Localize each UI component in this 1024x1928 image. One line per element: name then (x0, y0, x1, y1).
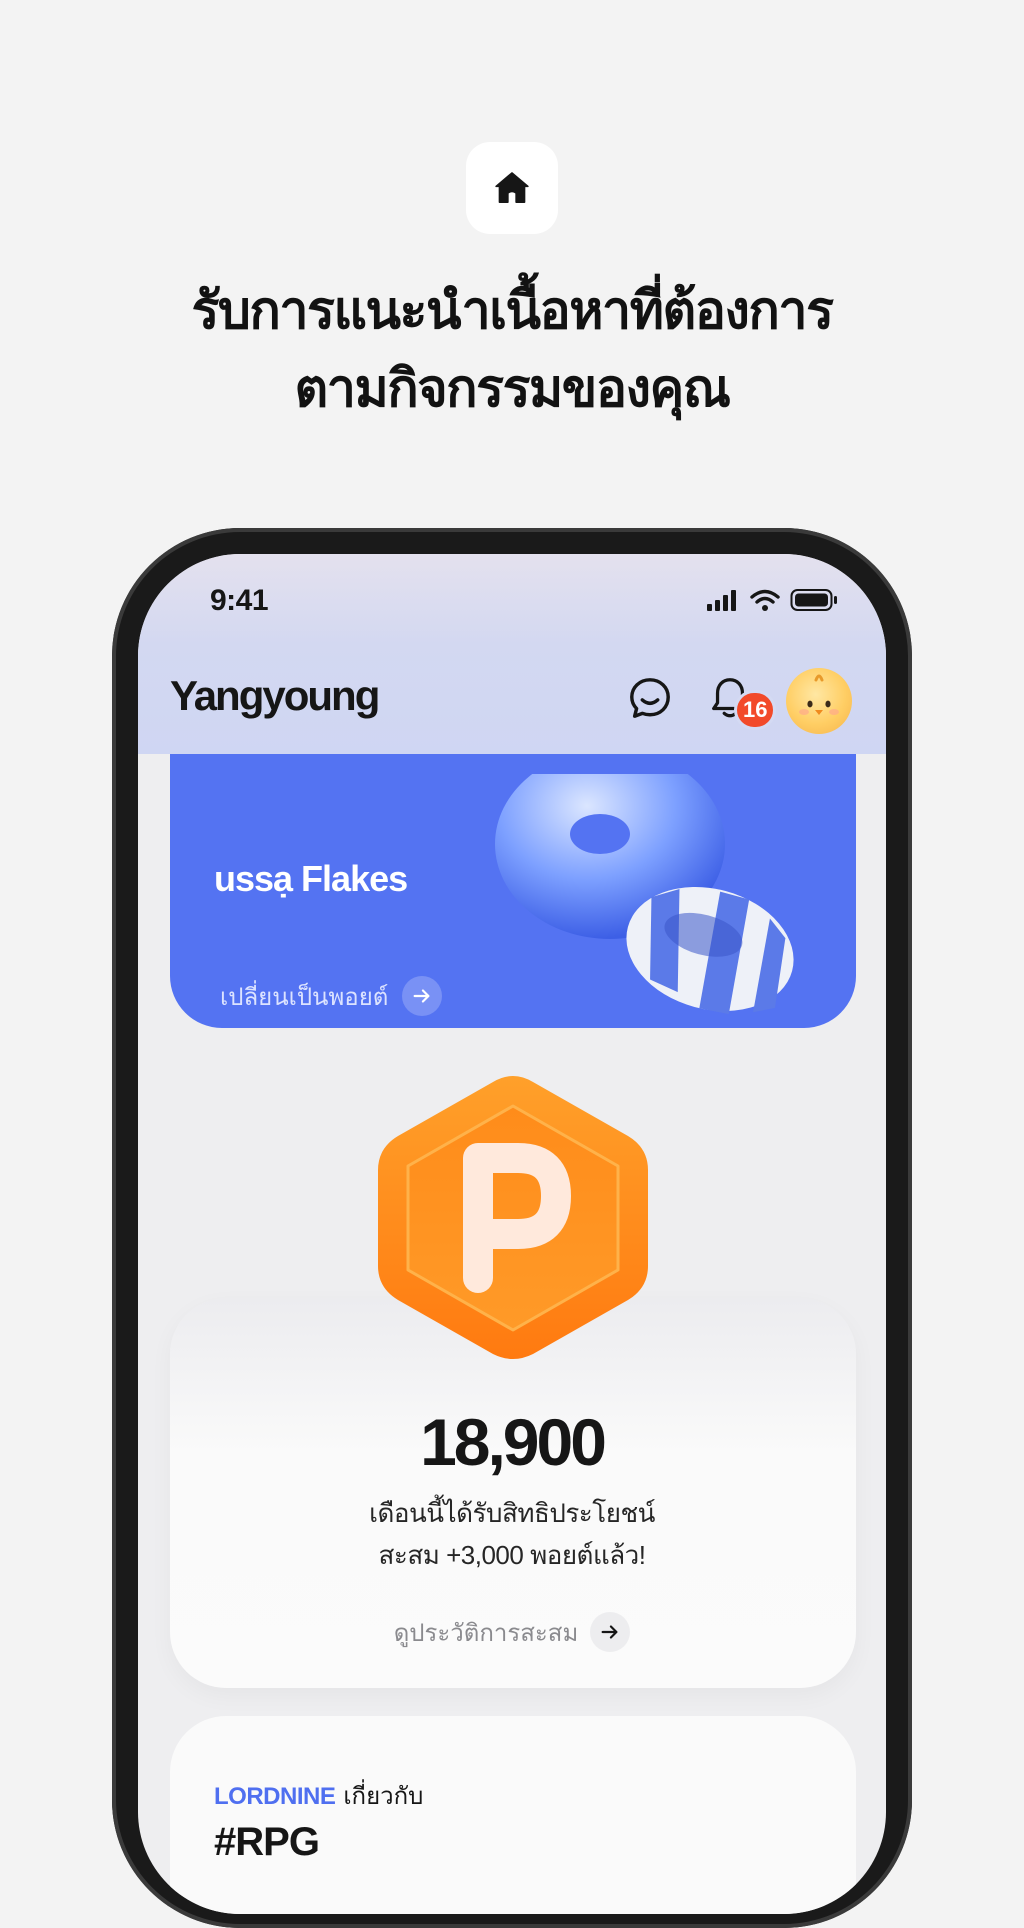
points-coin-icon (378, 1076, 648, 1359)
phone-frame: ussạ Flakes เปลี่ยนเป็นพอยต์ 9:41 Yangyo… (112, 528, 912, 1928)
points-description: เดือนนี้ได้รับสิทธิประโยชน์ สะสม +3,000 … (138, 1492, 886, 1576)
float-ring-illustration (495, 774, 794, 1015)
view-history-label: ดูประวัติการสะสม (393, 1619, 579, 1647)
game-label: LORDNINE เกี่ยวกับ (214, 1776, 423, 1815)
home-icon (495, 172, 529, 204)
status-time: 9:41 (210, 584, 269, 617)
headline-line-2: ตามกิจกรรมของคุณ (294, 360, 731, 418)
points-value: 18,900 (420, 1405, 607, 1479)
arrow-right-icon (590, 1612, 631, 1652)
chat-button[interactable] (624, 672, 676, 724)
arrow-right-icon (402, 976, 443, 1016)
promo-card-title: ussạ Flakes (214, 858, 408, 899)
app-name: Yangyoung (170, 672, 380, 719)
status-icons (706, 588, 838, 612)
top-bar: 9:41 Yangyoung 16 (138, 554, 886, 754)
headline-line-1: รับการแนะนำเนื้อหาที่ต้องการ (191, 282, 834, 340)
signal-icon (707, 590, 736, 611)
game-brand: LORDNINE (214, 1783, 336, 1810)
wifi-icon (750, 589, 780, 611)
home-icon-tile (466, 142, 558, 234)
view-history-link[interactable]: ดูประวัติการสะสม (138, 1612, 886, 1652)
chat-icon (630, 678, 670, 718)
convert-points-link[interactable]: เปลี่ยนเป็นพอยต์ (220, 976, 443, 1016)
headline: รับการแนะนำเนื้อหาที่ต้องการ ตามกิจกรรมข… (0, 272, 1024, 428)
notification-badge: 16 (734, 690, 777, 730)
game-tag: #RPG (214, 1820, 320, 1864)
points-desc-line-1: เดือนนี้ได้รับสิทธิประโยชน์ (369, 1498, 655, 1528)
game-about: เกี่ยวกับ (343, 1783, 424, 1810)
phone-screen: ussạ Flakes เปลี่ยนเป็นพอยต์ 9:41 Yangyo… (138, 554, 886, 1914)
points-desc-line-2: สะสม +3,000 พอยต์แล้ว! (378, 1540, 646, 1570)
avatar[interactable] (786, 668, 852, 734)
game-card[interactable]: LORDNINE เกี่ยวกับ #RPG (170, 1716, 856, 1914)
convert-points-label: เปลี่ยนเป็นพอยต์ (220, 983, 389, 1011)
battery-icon (790, 589, 837, 611)
chick-avatar-icon (799, 674, 839, 715)
